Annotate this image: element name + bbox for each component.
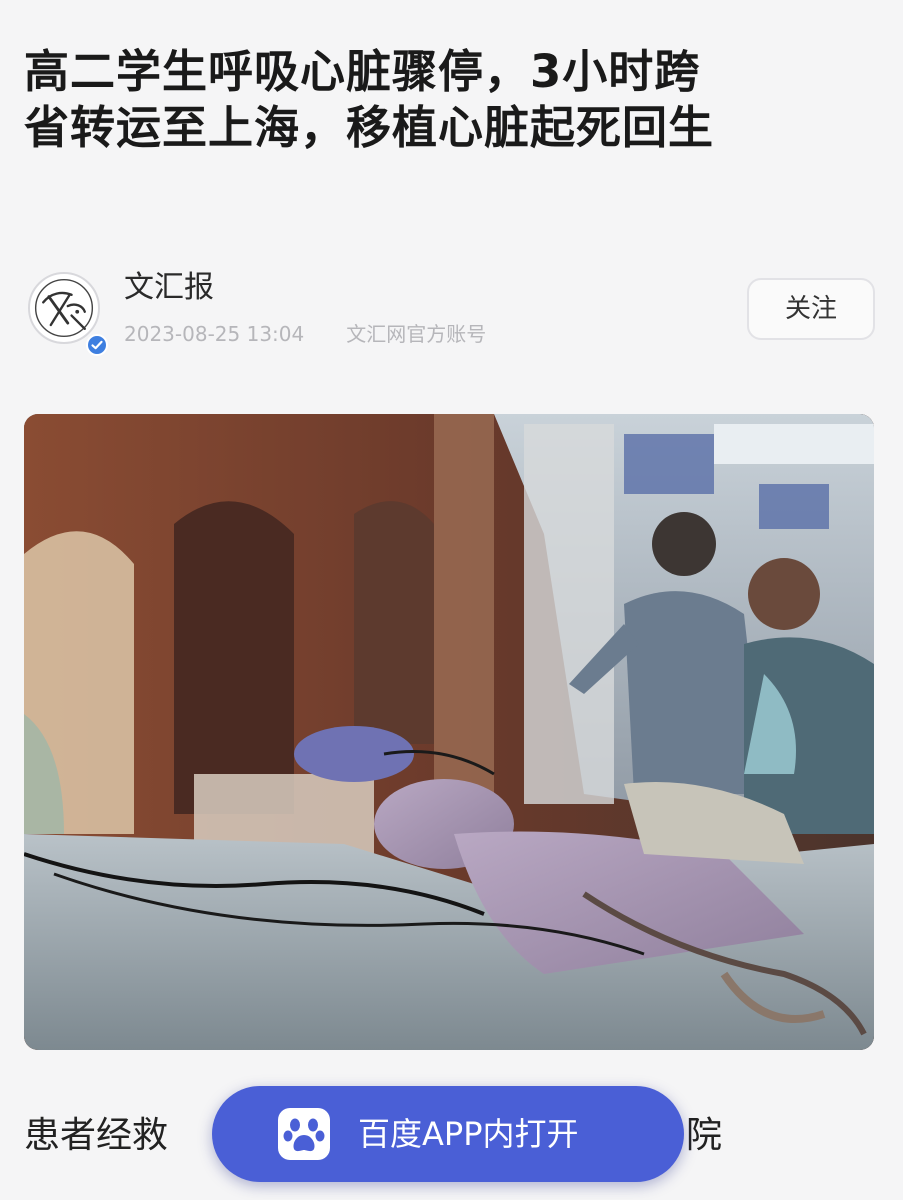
article-headline: 高二学生呼吸心脏骤停，3小时跨 省转运至上海，移植心脏起死回生 (24, 44, 884, 156)
follow-button[interactable]: 关注 (747, 278, 875, 340)
ambulance-interior-photo (24, 414, 874, 1050)
article-body-text: 患者经救 (24, 1115, 169, 1156)
headline-line-2: 省转运至上海，移植心脏起死回生 (24, 101, 715, 154)
baidu-paw-icon (278, 1108, 330, 1160)
article-body-tail: 院 (686, 1115, 723, 1156)
verified-badge-icon (86, 334, 108, 356)
author-avatar[interactable] (28, 272, 108, 356)
account-type: 文汇网官方账号 (346, 322, 487, 346)
publish-datetime: 2023-08-25 13:04 (124, 322, 305, 346)
open-in-app-label: 百度APP内打开 (358, 1115, 579, 1153)
author-meta: 2023-08-25 13:04 文汇网官方账号 (124, 320, 486, 348)
author-name[interactable]: 文汇报 (124, 268, 214, 308)
open-in-baidu-app-button[interactable]: 百度APP内打开 (212, 1086, 684, 1182)
article-page: 高二学生呼吸心脏骤停，3小时跨 省转运至上海，移植心脏起死回生 文汇报 2023… (0, 0, 903, 1200)
headline-line-1: 高二学生呼吸心脏骤停，3小时跨 (24, 45, 701, 98)
author-row: 文汇报 2023-08-25 13:04 文汇网官方账号 关注 (24, 262, 879, 362)
article-photo (24, 414, 874, 1050)
wenhui-logo-icon (34, 278, 94, 338)
